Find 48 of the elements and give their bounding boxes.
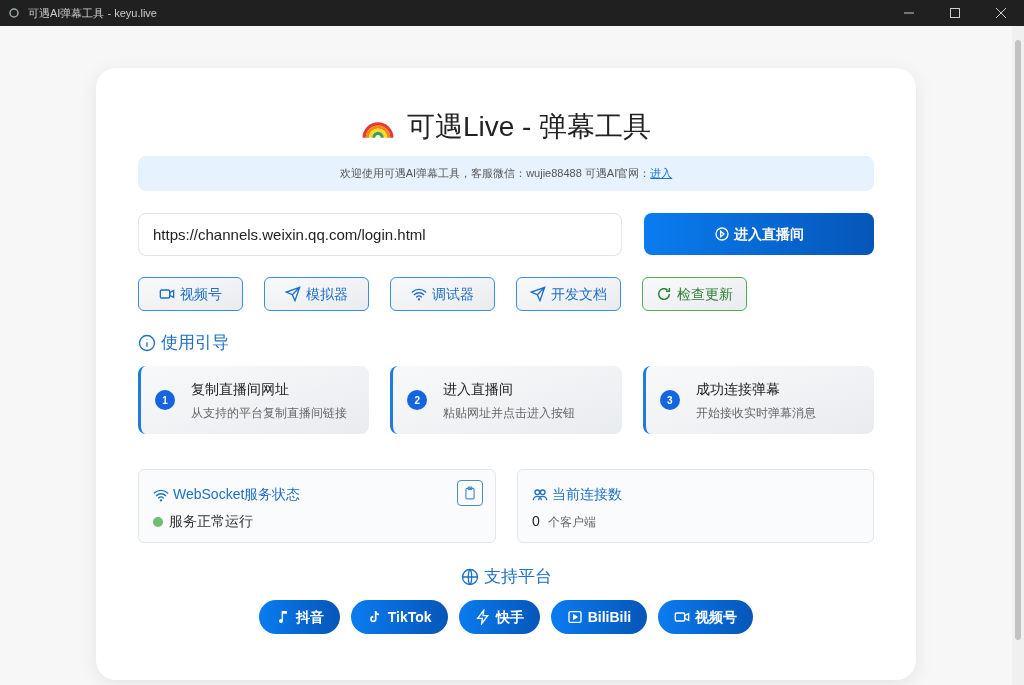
status-text: 服务正常运行 <box>169 512 253 531</box>
refresh-icon <box>656 286 672 302</box>
connection-count: 0 <box>532 512 540 531</box>
platform-button[interactable]: 快手 <box>458 600 540 634</box>
step-number: 3 <box>659 390 680 410</box>
app-icon <box>8 7 20 19</box>
step-number: 2 <box>407 390 428 410</box>
step-description: 从支持的平台复制直播间链接 <box>191 404 347 422</box>
wifi-icon <box>411 286 427 302</box>
page-heading: 可遇Live - 弹幕工具 <box>406 110 652 144</box>
window-title: 可遇AI弹幕工具 - keyu.live <box>28 5 157 21</box>
step-title: 进入直播间 <box>443 379 515 399</box>
clipboard-icon <box>463 486 477 500</box>
step-title: 复制直播间网址 <box>191 379 290 399</box>
play-icon <box>566 609 583 625</box>
tool-button[interactable]: 模拟器 <box>264 277 369 311</box>
platform-button[interactable]: 视频号 <box>658 600 754 634</box>
lightning-icon <box>474 609 491 625</box>
tool-button[interactable]: 检查更新 <box>642 277 747 311</box>
section-heading: 使用引导 <box>161 332 229 355</box>
enter-live-button[interactable]: 进入直播间 <box>644 213 874 255</box>
play-icon <box>714 226 730 242</box>
clipboard-button[interactable] <box>457 480 483 506</box>
step-number: 1 <box>155 390 175 410</box>
platform-button[interactable]: TikTok <box>350 600 448 634</box>
info-icon <box>138 334 156 352</box>
card-title: WebSocket服务状态 <box>173 485 301 504</box>
tool-button[interactable]: 视频号 <box>138 277 243 311</box>
tool-button[interactable]: 调试器 <box>390 277 495 311</box>
paper-plane-icon <box>530 286 546 302</box>
video-camera-icon <box>159 286 175 302</box>
platform-button[interactable]: 抖音 <box>258 600 340 634</box>
step-description: 粘贴网址并点击进入按钮 <box>443 404 576 422</box>
scrollbar[interactable] <box>1012 26 1024 685</box>
video-camera-icon <box>674 609 691 625</box>
paper-plane-icon <box>285 286 301 302</box>
step-title: 成功连接弹幕 <box>695 379 781 399</box>
globe-icon <box>460 568 479 586</box>
website-link[interactable]: 进入 <box>650 165 673 182</box>
platform-button[interactable]: BiliBili <box>550 600 648 634</box>
step-description: 开始接收实时弹幕消息 <box>695 404 816 422</box>
card-title: 当前连接数 <box>552 485 622 504</box>
users-icon <box>532 486 548 503</box>
url-input-field[interactable]: https://channels.weixin.qq.com/login.html <box>138 213 622 256</box>
notice-text: 欢迎使用可遇AI弹幕工具，客服微信：wujie88488 可遇AI官网： <box>339 166 651 182</box>
section-heading: 支持平台 <box>483 566 552 589</box>
tool-button[interactable]: 开发文档 <box>516 277 621 311</box>
count-unit: 个客户端 <box>547 513 596 531</box>
